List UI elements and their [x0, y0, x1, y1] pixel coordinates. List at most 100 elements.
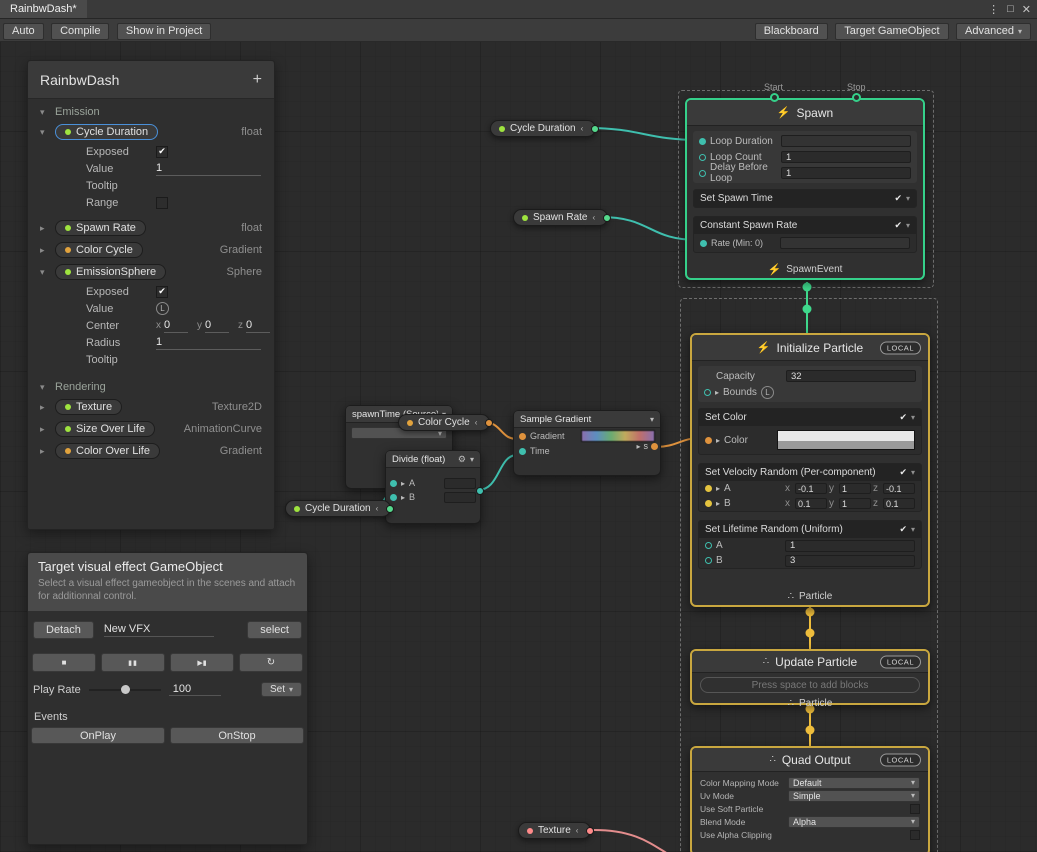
loop-count-port[interactable] — [699, 154, 706, 161]
chevron-right-icon[interactable]: ▸ — [716, 499, 720, 508]
compile-button[interactable]: Compile — [51, 23, 109, 40]
loop-duration-field[interactable] — [781, 135, 911, 147]
update-node-title[interactable]: ∴ Update Particle LOCAL — [692, 651, 928, 673]
chevron-down-icon[interactable]: ▾ — [40, 107, 49, 118]
block-enabled-check[interactable]: ✔ — [899, 412, 907, 423]
window-maximize-icon[interactable]: □ — [1007, 3, 1014, 15]
velocity-b-y-field[interactable]: 1 — [839, 498, 871, 509]
velocity-a-y-field[interactable]: 1 — [839, 483, 871, 494]
blackboard-button[interactable]: Blackboard — [755, 23, 828, 40]
restart-button[interactable]: ↻ — [239, 653, 303, 672]
capacity-field[interactable]: 32 — [786, 370, 916, 382]
divide-output-port[interactable] — [476, 487, 484, 495]
chevron-right-icon[interactable]: ▸ — [716, 436, 720, 445]
uv-mode-dropdown[interactable]: Simple ▾ — [788, 790, 920, 802]
onstop-button[interactable]: OnStop — [170, 727, 304, 744]
loop-count-field[interactable]: 1 — [781, 151, 911, 163]
velocity-b-z-field[interactable]: 0.1 — [883, 498, 915, 509]
chevron-down-icon[interactable]: ▾ — [911, 413, 915, 422]
pill-cycle-duration-port[interactable] — [591, 125, 599, 133]
block-enabled-check[interactable]: ✔ — [899, 524, 907, 535]
divide-b-port[interactable] — [390, 494, 397, 501]
param-row-cycle-duration[interactable]: ▾ Cycle Duration float — [28, 121, 274, 143]
loop-duration-port[interactable] — [699, 138, 706, 145]
constant-spawn-rate-block[interactable]: Constant Spawn Rate ✔ ▾ Rate (Min: 0) — [693, 216, 917, 253]
set-color-block[interactable]: Set Color ✔ ▾ ▸ Color — [698, 408, 922, 455]
add-parameter-button[interactable]: + — [253, 71, 262, 89]
chevron-down-icon[interactable]: ▾ — [911, 525, 915, 534]
window-close-icon[interactable]: ✕ — [1022, 3, 1031, 16]
tab-rainbwdash[interactable]: RainbwDash* — [0, 0, 87, 18]
chevron-down-icon[interactable]: ▾ — [650, 415, 654, 424]
pill-spawn-rate-port[interactable] — [603, 214, 611, 222]
param-row-size-over-life[interactable]: ▸ Size Over Life AnimationCurve — [28, 418, 274, 440]
chevron-right-icon[interactable]: ▸ — [40, 402, 49, 413]
target-panel-header[interactable]: Target visual effect GameObject Select a… — [28, 553, 307, 611]
chevron-right-icon[interactable]: ▸ — [40, 223, 49, 234]
auto-button[interactable]: Auto — [3, 23, 44, 40]
sample-gradient-node-title[interactable]: Sample Gradient ▾ — [514, 411, 660, 428]
pill-color-cycle[interactable]: Color Cycle ‹ — [398, 414, 490, 431]
divide-a-port[interactable] — [390, 480, 397, 487]
value-field[interactable]: 1 — [156, 162, 261, 176]
center-y-field[interactable]: 0 — [205, 319, 229, 333]
target-gameobject-button[interactable]: Target GameObject — [835, 23, 948, 40]
spawn-node[interactable]: ⚡ Spawn Loop Duration Loop Count 1 Delay… — [685, 98, 925, 280]
param-row-emission-sphere[interactable]: ▾ EmissionSphere Sphere — [28, 261, 274, 283]
collapse-chevron-icon[interactable]: ‹ — [576, 826, 579, 835]
center-z-field[interactable]: 0 — [246, 319, 270, 333]
lifetime-a-field[interactable]: 1 — [785, 540, 915, 552]
select-button[interactable]: select — [247, 621, 302, 639]
velocity-a-port[interactable] — [705, 485, 712, 492]
initialize-particle-node[interactable]: ⚡ Initialize Particle LOCAL Capacity 32 … — [690, 333, 930, 607]
edge-divide-to-time[interactable] — [478, 455, 517, 490]
set-lifetime-random-block[interactable]: Set Lifetime Random (Uniform) ✔ ▾ A 1 B … — [698, 520, 922, 569]
set-spawn-time-block[interactable]: Set Spawn Time ✔ ▾ — [693, 189, 917, 208]
advanced-button[interactable]: Advanced▾ — [956, 23, 1031, 40]
target-object-name[interactable]: New VFX — [104, 623, 214, 637]
category-rendering[interactable]: ▾ Rendering — [28, 374, 274, 396]
window-menu-icon[interactable]: ⋮ — [988, 3, 999, 16]
divide-node[interactable]: Divide (float) ⚙ ▾ ▸ A ▸ B — [385, 450, 481, 524]
pill-cycle-duration[interactable]: Cycle Duration ‹ — [490, 120, 596, 137]
chevron-down-icon[interactable]: ▾ — [40, 267, 49, 278]
add-blocks-placeholder[interactable]: Press space to add blocks — [700, 677, 920, 693]
collapse-chevron-icon[interactable]: ‹ — [475, 418, 478, 427]
spawn-stop-port[interactable] — [852, 93, 861, 102]
sample-gradient-node[interactable]: Sample Gradient ▾ Gradient Time ▸ s — [513, 410, 661, 476]
onplay-button[interactable]: OnPlay — [31, 727, 165, 744]
chevron-right-icon[interactable]: ▸ — [716, 484, 720, 493]
time-input-port[interactable] — [519, 448, 526, 455]
pill-texture[interactable]: Texture ‹ — [518, 822, 591, 839]
chevron-right-icon[interactable]: ▸ — [40, 245, 49, 256]
divide-b-field[interactable] — [444, 492, 476, 503]
use-soft-particle-checkbox[interactable] — [910, 804, 920, 814]
chevron-right-icon[interactable]: ▸ — [715, 388, 719, 397]
velocity-b-x-field[interactable]: 0.1 — [795, 498, 827, 509]
block-enabled-check[interactable]: ✔ — [894, 220, 902, 231]
use-alpha-clipping-checkbox[interactable] — [910, 830, 920, 840]
center-x-field[interactable]: 0 — [164, 319, 188, 333]
pill-color-cycle-port[interactable] — [485, 419, 493, 427]
initialize-node-title[interactable]: ⚡ Initialize Particle LOCAL — [692, 335, 928, 361]
delay-before-loop-port[interactable] — [699, 170, 706, 177]
lock-toggle[interactable]: L — [761, 386, 774, 399]
spawn-start-port[interactable] — [770, 93, 779, 102]
lifetime-a-port[interactable] — [705, 542, 712, 549]
velocity-a-z-field[interactable]: -0.1 — [883, 483, 915, 494]
collapse-chevron-icon[interactable]: ‹ — [592, 213, 595, 222]
stop-button[interactable]: ■ — [32, 653, 96, 672]
step-button[interactable]: ▶▮ — [170, 653, 234, 672]
block-enabled-check[interactable]: ✔ — [894, 193, 902, 204]
quad-output-node[interactable]: ∴ Quad Output LOCAL Color Mapping Mode D… — [690, 746, 930, 852]
play-rate-value-field[interactable]: 100 — [169, 683, 221, 696]
divide-node-title[interactable]: Divide (float) ⚙ ▾ — [386, 451, 480, 468]
chevron-right-icon[interactable]: ▸ — [40, 424, 49, 435]
delay-before-loop-field[interactable]: 1 — [781, 167, 911, 179]
pill-cycle-duration-2[interactable]: Cycle Duration ‹ — [285, 500, 391, 517]
velocity-a-x-field[interactable]: -0.1 — [795, 483, 827, 494]
exposed-checkbox[interactable]: ✔ — [156, 146, 168, 158]
spawn-node-title[interactable]: ⚡ Spawn — [687, 100, 923, 126]
chevron-right-icon[interactable]: ▸ — [40, 446, 49, 457]
collapse-chevron-icon[interactable]: ‹ — [581, 124, 584, 133]
